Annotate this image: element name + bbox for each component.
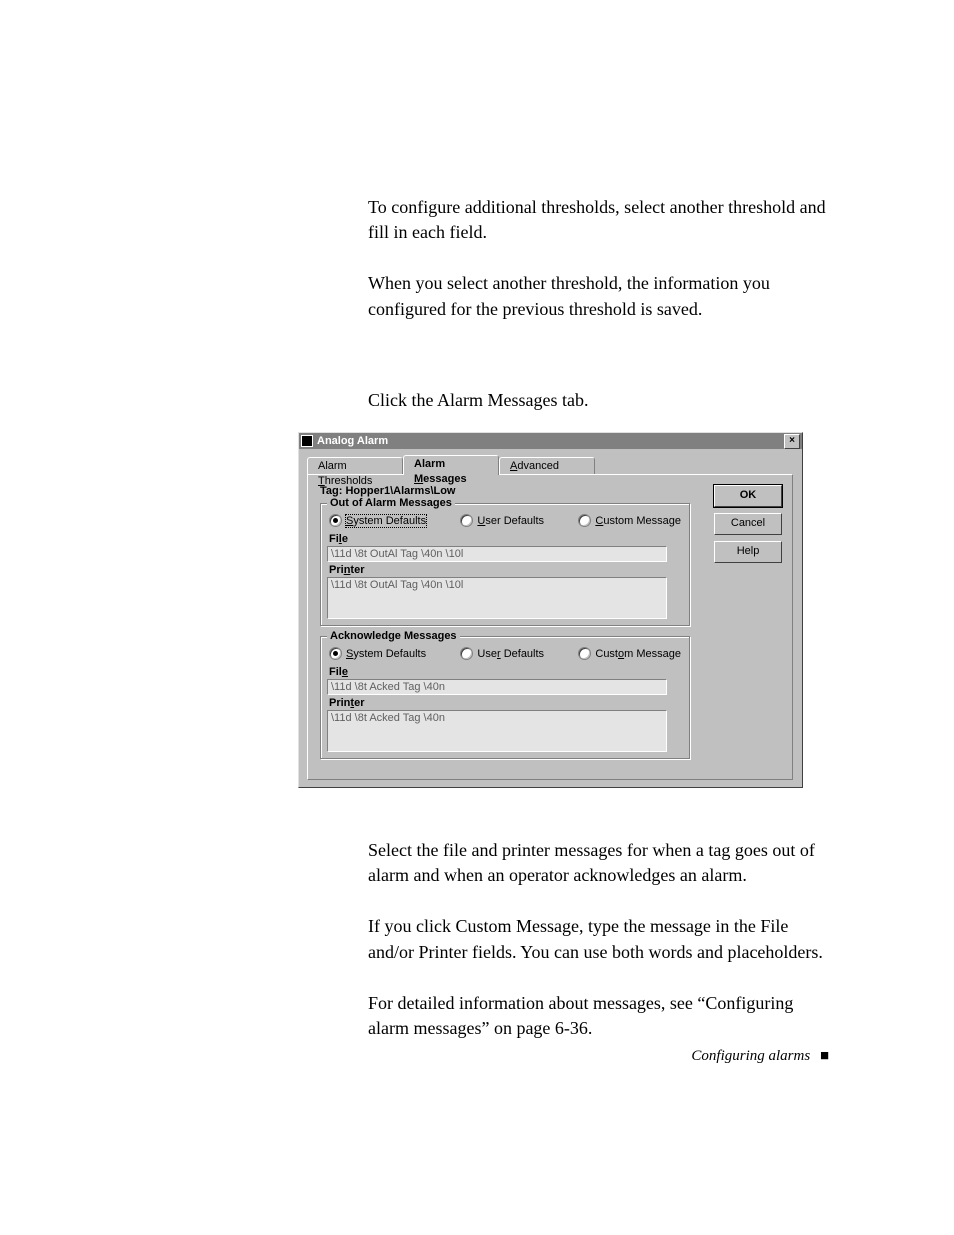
footer-marker-icon: ■	[820, 1048, 829, 1064]
radio-ack-custom-message[interactable]: Custom Message	[578, 647, 681, 660]
radio-out-custom-message[interactable]: Custom Message	[578, 514, 681, 527]
footer-text: Configuring alarms	[691, 1048, 810, 1064]
radio-label: User Defaults	[477, 515, 544, 527]
radio-label: System Defaults	[346, 515, 426, 527]
out-file-label: File	[329, 533, 683, 545]
radio-label: Custom Message	[595, 648, 681, 660]
tab-strip: Alarm Thresholds Alarm Messages Advanced	[307, 455, 794, 475]
radio-label: System Defaults	[346, 648, 426, 660]
ack-printer-label: Printer	[329, 697, 683, 709]
ack-file-field[interactable]: \11d \8t Acked Tag \40n	[327, 679, 667, 695]
out-printer-field[interactable]: \11d \8t OutAl Tag \40n \10l	[327, 577, 667, 619]
acknowledge-group: Acknowledge Messages System Defaults Use…	[320, 636, 690, 759]
page: To configure additional thresholds, sele…	[0, 0, 954, 1235]
radio-ack-system-defaults[interactable]: System Defaults	[329, 647, 426, 660]
ack-radio-row: System Defaults User Defaults Custom Mes…	[329, 647, 681, 660]
cancel-button[interactable]: Cancel	[714, 513, 782, 535]
ack-file-label: File	[329, 666, 683, 678]
paragraph-3: Select the file and printer messages for…	[368, 838, 829, 888]
ok-button[interactable]: OK	[714, 485, 782, 507]
radio-dot-icon	[460, 647, 473, 660]
radio-dot-icon	[329, 647, 342, 660]
page-footer: Configuring alarms ■	[691, 1048, 829, 1065]
paragraph-5: For detailed information about messages,…	[368, 991, 829, 1041]
radio-dot-icon	[329, 514, 342, 527]
out-of-alarm-group: Out of Alarm Messages System Defaults Us…	[320, 503, 690, 626]
dialog-client: Alarm Thresholds Alarm Messages Advanced…	[299, 449, 802, 787]
analog-alarm-dialog: Analog Alarm × Alarm Thresholds Alarm Me…	[298, 432, 803, 788]
tab-advanced[interactable]: Advanced	[499, 457, 595, 475]
group-legend: Acknowledge Messages	[327, 630, 460, 642]
ack-printer-field[interactable]: \11d \8t Acked Tag \40n	[327, 710, 667, 752]
tab-alarm-thresholds[interactable]: Alarm Thresholds	[307, 457, 403, 475]
tab-alarm-messages[interactable]: Alarm Messages	[403, 455, 499, 475]
paragraph-4: If you click Custom Message, type the me…	[368, 914, 829, 964]
tag-label: Tag:	[320, 485, 342, 497]
radio-dot-icon	[460, 514, 473, 527]
help-button[interactable]: Help	[714, 541, 782, 563]
tab-label: Alarm Messages	[414, 458, 467, 485]
out-file-field[interactable]: \11d \8t OutAl Tag \40n \10l	[327, 546, 667, 562]
system-menu-icon[interactable]	[301, 435, 313, 447]
radio-out-user-defaults[interactable]: User Defaults	[460, 514, 544, 527]
paragraph-2: When you select another threshold, the i…	[368, 271, 829, 321]
radio-label: User Defaults	[477, 648, 544, 660]
titlebar[interactable]: Analog Alarm ×	[299, 433, 802, 449]
out-printer-label: Printer	[329, 564, 683, 576]
radio-label: Custom Message	[595, 515, 681, 527]
tab-page: Tag: Hopper1\Alarms\Low Out of Alarm Mes…	[307, 474, 793, 780]
instruction-text: Click the Alarm Messages tab.	[368, 390, 829, 411]
out-radio-row: System Defaults User Defaults Custom Mes…	[329, 514, 681, 527]
radio-dot-icon	[578, 514, 591, 527]
window-title: Analog Alarm	[317, 435, 388, 447]
paragraph-1: To configure additional thresholds, sele…	[368, 195, 829, 245]
after-dialog-text: Select the file and printer messages for…	[368, 838, 829, 1067]
radio-dot-icon	[578, 647, 591, 660]
group-legend: Out of Alarm Messages	[327, 497, 455, 509]
button-column: OK Cancel Help	[714, 485, 782, 563]
tab-label: Advanced	[510, 460, 559, 472]
close-button[interactable]: ×	[784, 434, 800, 449]
radio-out-system-defaults[interactable]: System Defaults	[329, 514, 426, 527]
radio-ack-user-defaults[interactable]: User Defaults	[460, 647, 544, 660]
